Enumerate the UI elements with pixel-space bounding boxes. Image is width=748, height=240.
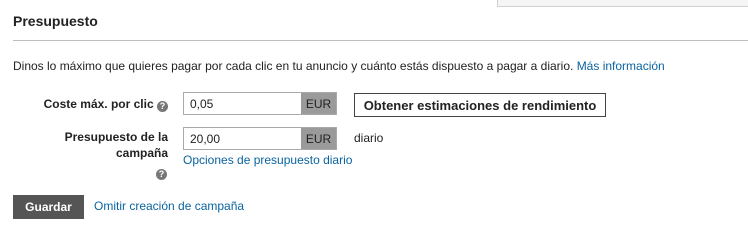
budget-currency: EUR: [301, 128, 336, 149]
question-circle-icon[interactable]: ?: [157, 101, 168, 112]
section-divider: [13, 40, 748, 41]
budget-label-line2: campaña: [115, 146, 168, 160]
description-text: Dinos lo máximo que quieres pagar por ca…: [13, 59, 574, 73]
budget-label: Presupuesto de la campaña ?: [36, 129, 168, 180]
max-cpc-input[interactable]: [184, 93, 301, 114]
top-right-panel-edge: [497, 0, 748, 7]
daily-budget-options-link[interactable]: Opciones de presupuesto diario: [183, 153, 352, 167]
get-performance-estimates-button[interactable]: Obtener estimaciones de rendimiento: [354, 93, 606, 117]
question-circle-icon[interactable]: ?: [156, 169, 167, 180]
max-cpc-currency: EUR: [301, 93, 336, 114]
section-description: Dinos lo máximo que quieres pagar por ca…: [13, 59, 665, 73]
more-info-link[interactable]: Más información: [577, 59, 665, 73]
budget-input[interactable]: [184, 128, 301, 149]
budget-label-line1: Presupuesto de la: [64, 130, 168, 144]
max-cpc-label-text: Coste máx. por clic: [43, 97, 154, 111]
skip-campaign-creation-link[interactable]: Omitir creación de campaña: [94, 199, 244, 213]
save-button[interactable]: Guardar: [13, 195, 84, 219]
budget-period: diario: [354, 131, 384, 145]
budget-field: EUR: [183, 127, 337, 150]
max-cpc-label: Coste máx. por clic ?: [36, 96, 168, 112]
max-cpc-field: EUR: [183, 92, 337, 115]
section-title: Presupuesto: [13, 13, 98, 29]
